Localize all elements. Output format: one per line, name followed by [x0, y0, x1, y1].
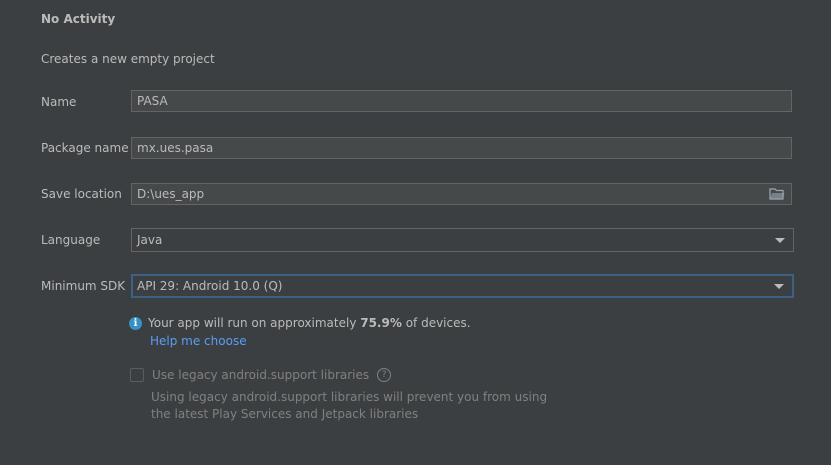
folder-icon[interactable]	[769, 188, 785, 200]
save-location-value: D:\ues_app	[137, 187, 205, 201]
legacy-note-line-1: Using legacy android.support libraries w…	[151, 390, 548, 404]
template-title: No Activity	[41, 12, 116, 26]
chevron-down-icon	[774, 284, 784, 289]
template-description: Creates a new empty project	[41, 52, 215, 66]
minimum-sdk-value: API 29: Android 10.0 (Q)	[137, 279, 283, 293]
legacy-note-line-2: the latest Play Services and Jetpack lib…	[151, 407, 419, 421]
minimum-sdk-dropdown[interactable]: API 29: Android 10.0 (Q)	[131, 274, 794, 298]
language-value: Java	[137, 233, 163, 247]
chevron-down-icon	[775, 238, 785, 243]
package-name-label: Package name	[41, 141, 129, 155]
coverage-suffix: of devices.	[401, 316, 471, 330]
language-dropdown[interactable]: Java	[131, 228, 794, 252]
save-location-field[interactable]: D:\ues_app	[131, 183, 792, 205]
name-input[interactable]	[131, 90, 792, 112]
coverage-prefix: Your app will run on approximately	[148, 316, 361, 330]
minimum-sdk-label: Minimum SDK	[41, 279, 126, 293]
legacy-support-note: Using legacy android.support libraries w…	[151, 389, 551, 423]
language-label: Language	[41, 233, 101, 247]
name-label: Name	[41, 95, 77, 109]
question-icon[interactable]: ?	[377, 368, 392, 382]
device-coverage-info: i Your app will run on approximately 75.…	[129, 316, 471, 330]
legacy-support-row: Use legacy android.support libraries ?	[130, 368, 392, 382]
legacy-support-label[interactable]: Use legacy android.support libraries	[152, 368, 369, 382]
legacy-support-checkbox[interactable]	[130, 368, 144, 382]
package-name-input[interactable]	[131, 137, 792, 159]
save-location-label: Save location	[41, 187, 122, 201]
help-me-choose-link[interactable]: Help me choose	[150, 334, 247, 348]
info-icon: i	[129, 316, 142, 330]
coverage-percent: 75.9%	[360, 316, 402, 330]
